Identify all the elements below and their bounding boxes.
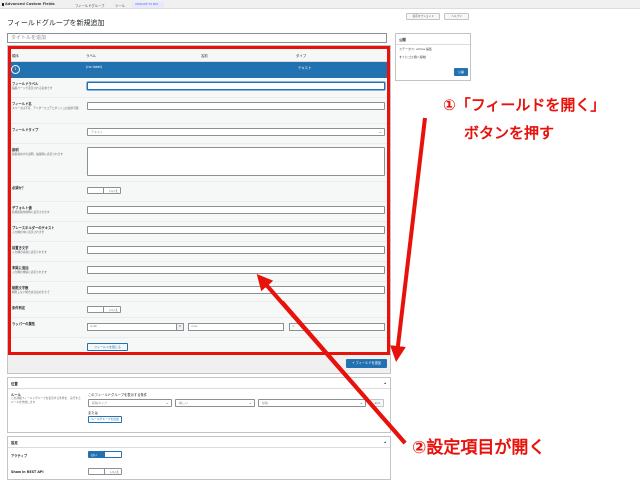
annotation-step2: ②設定項目が開く <box>412 438 546 458</box>
annotation-step1-line2: ボタンを押す <box>464 124 555 142</box>
annotation-arrows <box>256 117 427 445</box>
arrow-to-field-row <box>389 117 427 362</box>
annotation-step1-line1: ①「フィールドを開く」 <box>443 96 606 114</box>
arrow-to-settings-2 <box>280 300 407 445</box>
